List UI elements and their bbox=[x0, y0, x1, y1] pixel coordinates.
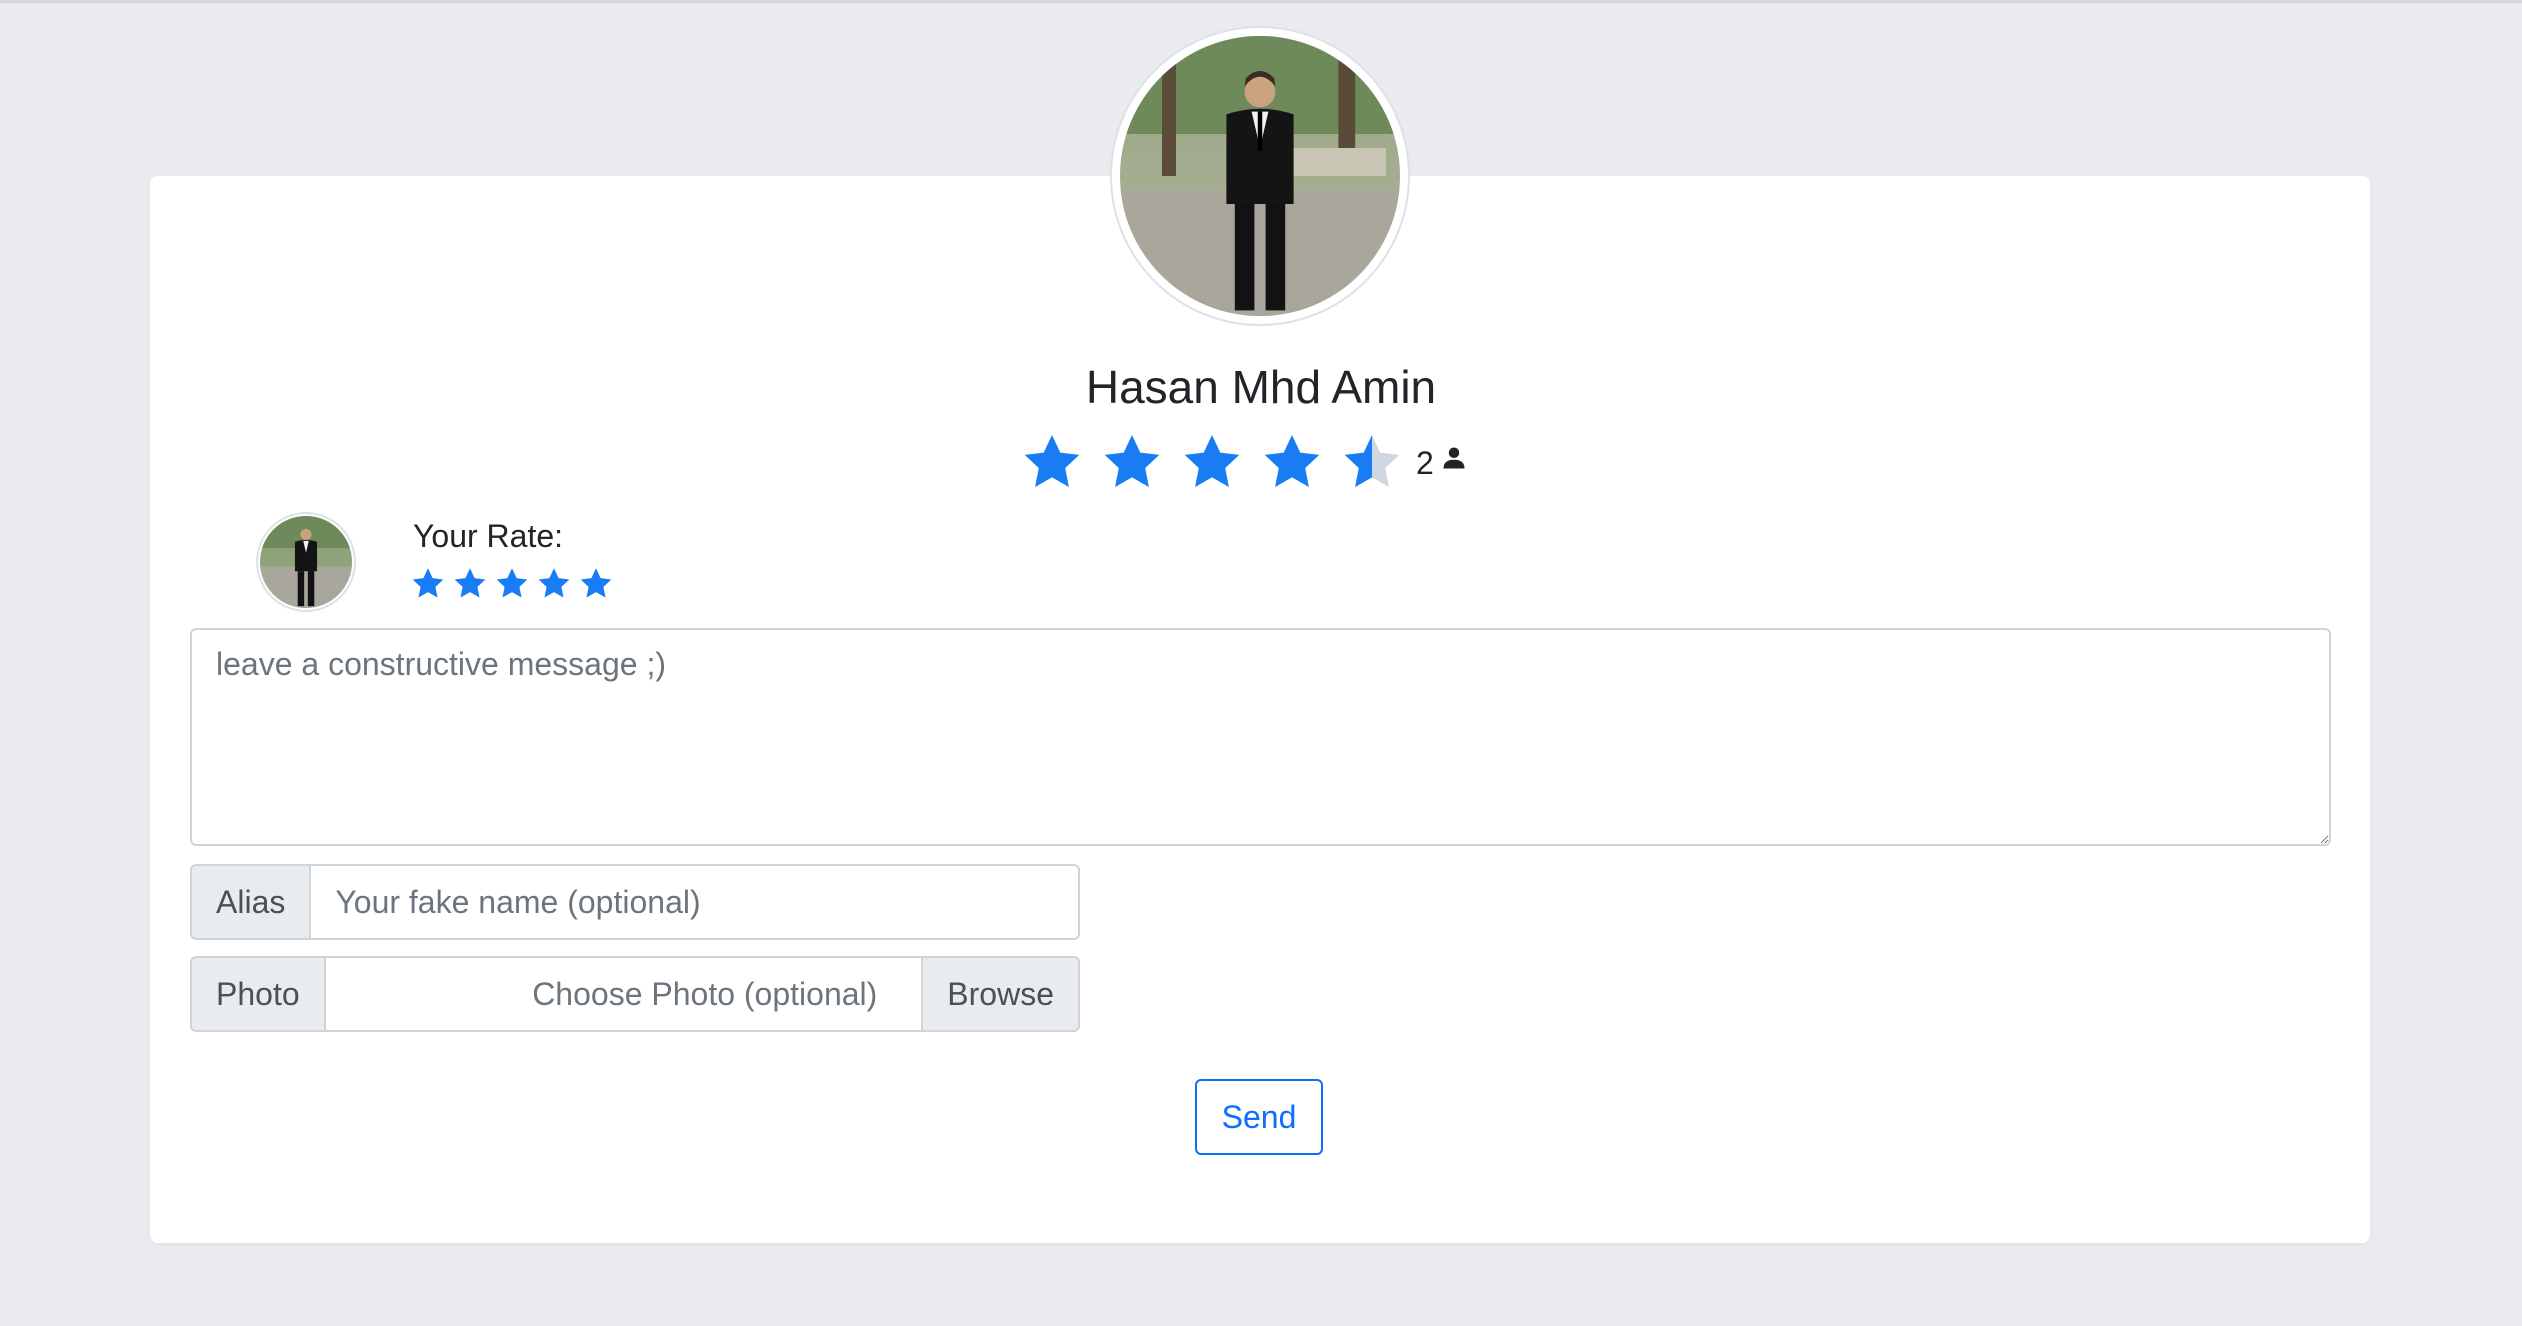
alias-input-group: Alias bbox=[190, 864, 1080, 940]
star-full-icon bbox=[1024, 435, 1080, 487]
top-border bbox=[0, 0, 2522, 3]
rate-star-4-icon[interactable] bbox=[536, 566, 572, 602]
browse-button[interactable]: Browse bbox=[921, 956, 1080, 1032]
profile-avatar bbox=[1110, 26, 1410, 326]
photo-file-input[interactable]: Choose Photo (optional) bbox=[325, 956, 922, 1032]
average-rating: 2 bbox=[1020, 428, 1468, 498]
rate-star-2-icon[interactable] bbox=[452, 566, 488, 602]
user-avatar bbox=[256, 512, 356, 612]
photo-label: Photo bbox=[190, 956, 326, 1032]
rate-star-3-icon[interactable] bbox=[494, 566, 530, 602]
star-full-icon bbox=[1104, 435, 1160, 487]
your-rate-stars[interactable] bbox=[410, 566, 620, 602]
photo-input-group: Photo Choose Photo (optional) Browse bbox=[190, 956, 1080, 1032]
alias-label: Alias bbox=[190, 864, 312, 940]
rating-count: 2 bbox=[1416, 444, 1434, 481]
send-button[interactable]: Send bbox=[1195, 1079, 1323, 1155]
star-full-icon bbox=[1184, 435, 1240, 487]
star-full-icon bbox=[1264, 435, 1320, 487]
alias-input[interactable] bbox=[311, 864, 1080, 940]
your-rate-label: Your Rate: bbox=[413, 518, 564, 554]
rate-star-5-icon[interactable] bbox=[578, 566, 614, 602]
person-icon bbox=[1443, 447, 1465, 469]
profile-name: Hasan Mhd Amin bbox=[1085, 361, 1437, 413]
message-textarea[interactable] bbox=[190, 628, 2331, 846]
star-half-icon bbox=[1344, 435, 1400, 487]
rate-star-1-icon[interactable] bbox=[410, 566, 446, 602]
